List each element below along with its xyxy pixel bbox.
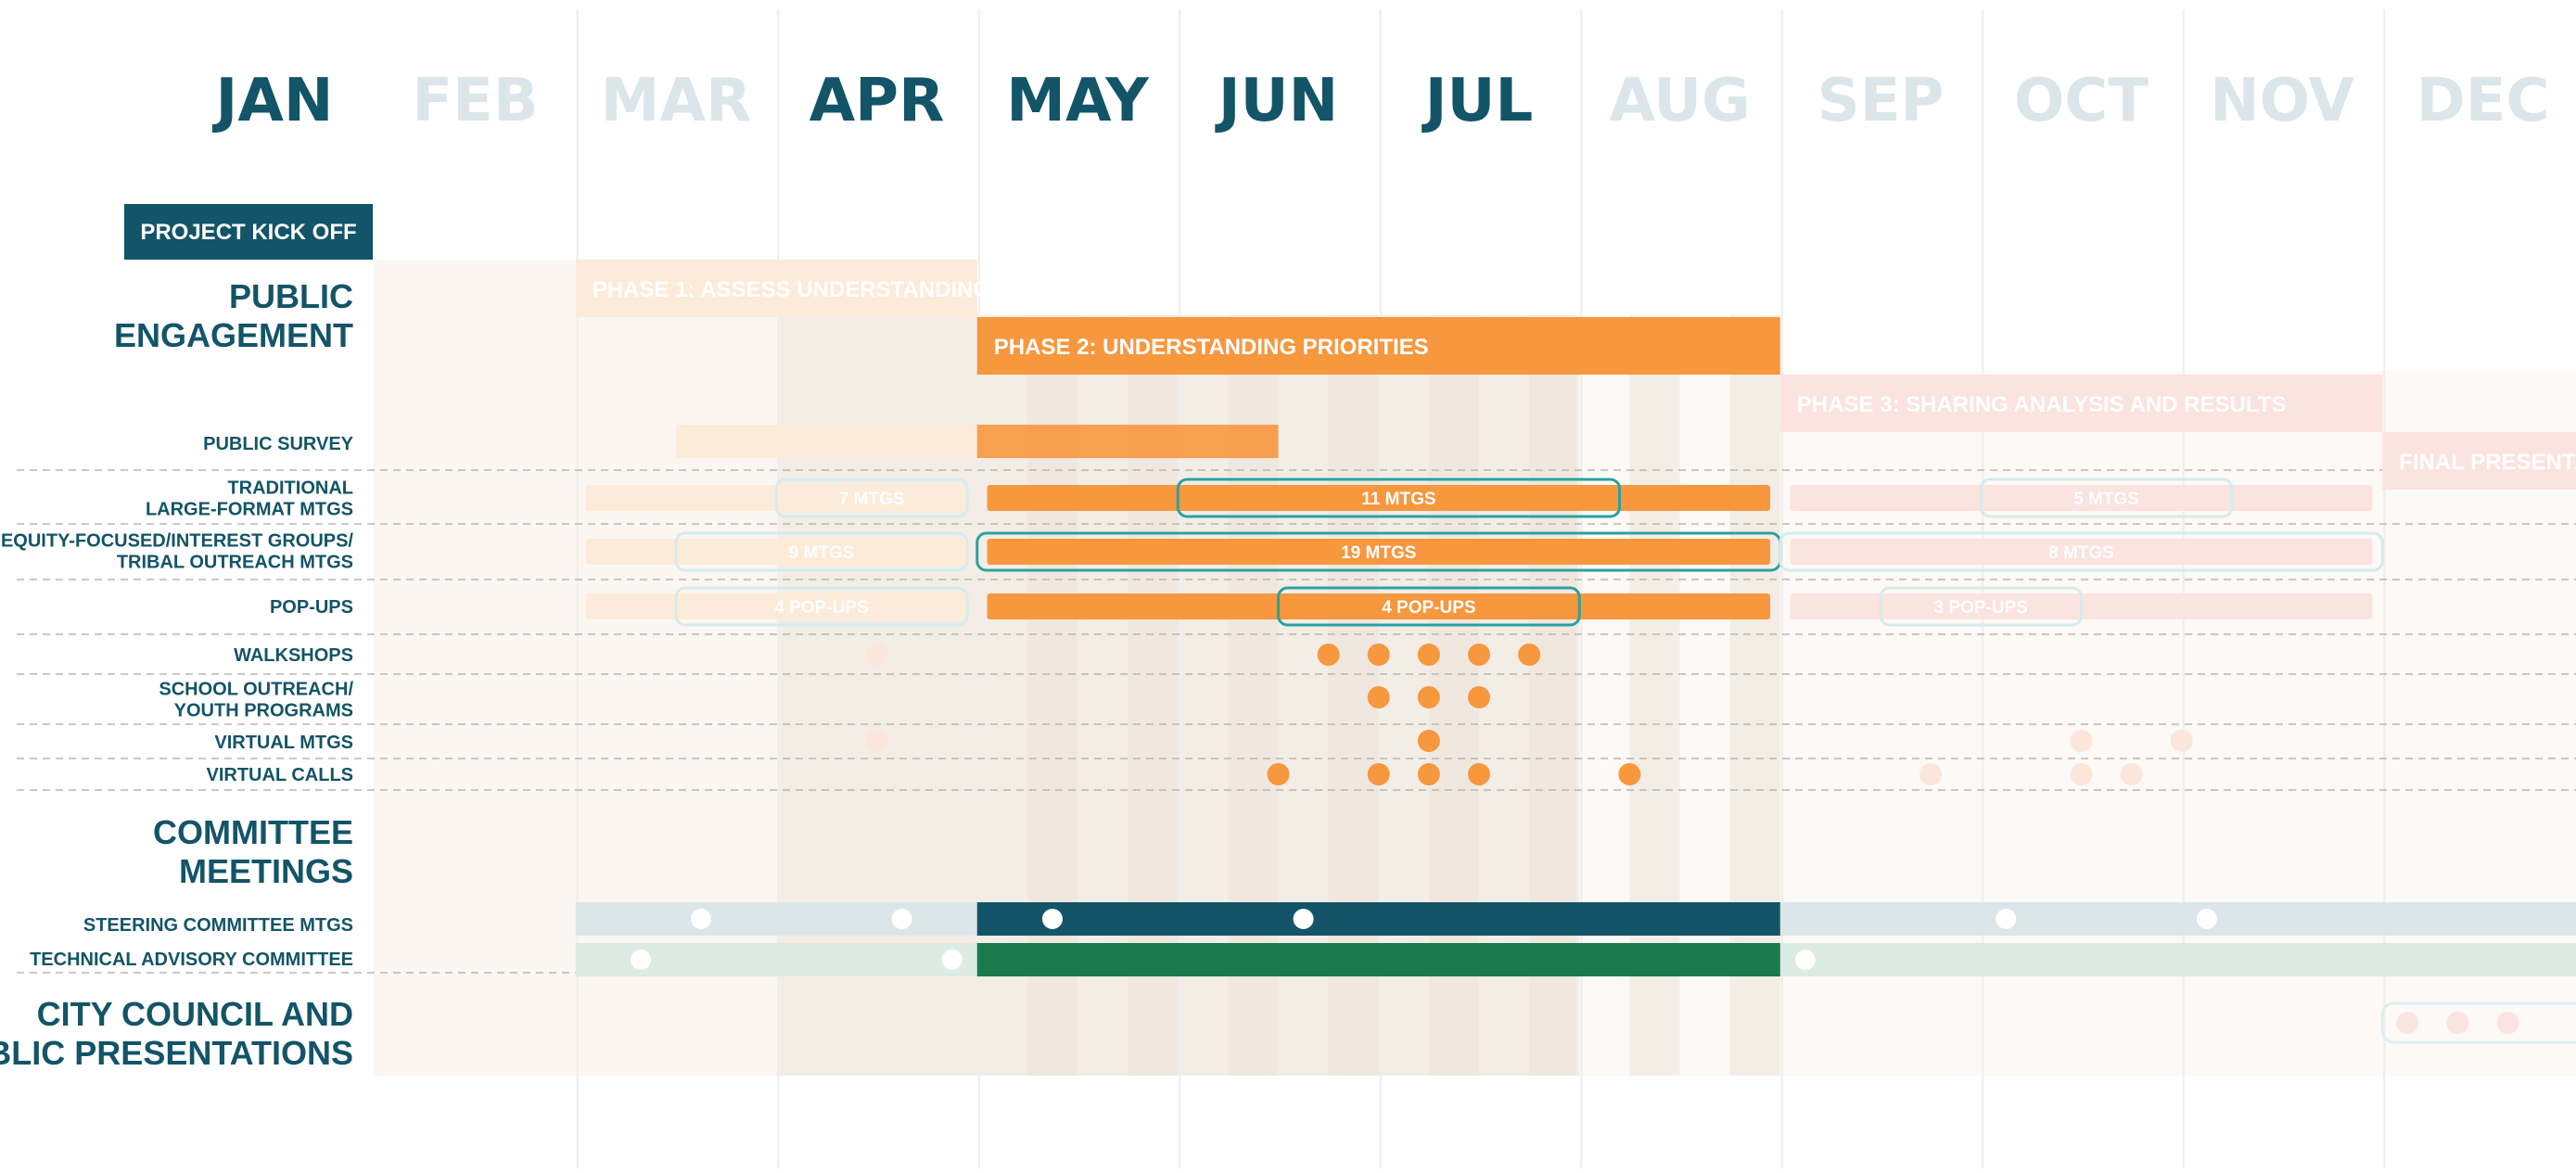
timeline-diagram: JAN FEB MAR APR MAY JUN JUL AUG SEP OCT NOV DEC PROJ… bbox=[0, 0, 2576, 1168]
section-public-engagement-line-1: PUBLIC bbox=[229, 277, 353, 315]
equity-count-label-1: 9 MTGS bbox=[789, 543, 855, 563]
virtual_calls-event-dot bbox=[1468, 763, 1490, 785]
walkshops-event-dot bbox=[1518, 644, 1541, 666]
row-label-popups-line-1: POP-UPS bbox=[270, 597, 353, 618]
row-label-traditional-line-2: LARGE-FORMAT MTGS bbox=[146, 500, 353, 520]
traditional-count-label-3: 5 MTGS bbox=[2073, 490, 2139, 509]
row-label-virtual-calls-line-1: VIRTUAL CALLS bbox=[206, 765, 353, 785]
tac-meeting-dot bbox=[941, 950, 963, 970]
council-presentation-dot bbox=[2396, 1012, 2419, 1034]
walkshops-event-dot bbox=[1417, 644, 1440, 666]
tac-bar-active bbox=[976, 943, 1780, 976]
popups-count-label-3: 3 POP-UPS bbox=[1934, 598, 2028, 618]
section-city-council-line-2: PUBLIC PRESENTATIONS bbox=[0, 1034, 353, 1072]
popups-count-label-2: 4 POP-UPS bbox=[1382, 598, 1475, 618]
row-label-equity-line-2: TRIBAL OUTREACH MTGS bbox=[117, 553, 353, 573]
row-label-tac-line-1: TECHNICAL ADVISORY COMMITTEE bbox=[30, 950, 353, 970]
row-label-walkshops-line-1: WALKSHOPS bbox=[234, 645, 353, 666]
steering-meeting-dot bbox=[1041, 909, 1063, 929]
virtual_calls-event-dot bbox=[1417, 763, 1440, 785]
section-public-engagement-line-2: ENGAGEMENT bbox=[114, 316, 353, 354]
row-label-virtual-mtgs-line-1: VIRTUAL MTGS bbox=[214, 733, 353, 753]
timeline-canvas: JAN FEB MAR APR MAY JUN JUL AUG SEP OCT NOV DEC PROJ… bbox=[0, 9, 2576, 1168]
phase-label-4: FINAL PRESENTATIONS bbox=[2399, 450, 2576, 475]
section-committee-meetings-line-2: MEETINGS bbox=[179, 852, 353, 890]
virtual_calls-event-dot bbox=[1367, 763, 1390, 785]
steering-meeting-dot bbox=[1293, 909, 1314, 929]
survey-bar-2 bbox=[976, 425, 1279, 458]
virtual_mtgs-event-dot bbox=[2170, 730, 2193, 752]
virtual_calls-event-dot bbox=[1618, 763, 1641, 785]
steering-bar-active bbox=[976, 902, 1780, 936]
traditional-count-label-2: 11 MTGS bbox=[1361, 490, 1435, 509]
phase-label-2: PHASE 2: UNDERSTANDING PRIORITIES bbox=[994, 335, 1429, 360]
walkshops-event-dot bbox=[1468, 644, 1490, 666]
month-header-jun: JUN bbox=[1215, 67, 1338, 135]
school-event-dot bbox=[1417, 686, 1440, 708]
phase-label-1: PHASE 1: ASSESS UNDERSTANDING bbox=[593, 277, 990, 302]
month-header-sep: SEP bbox=[1817, 67, 1945, 135]
row-label-school-line-2: YOUTH PROGRAMS bbox=[174, 701, 353, 721]
council-presentation-dot bbox=[2446, 1012, 2469, 1034]
month-header-mar: MAR bbox=[601, 67, 752, 135]
equity-bar-1 bbox=[585, 539, 967, 565]
council-presentation-dot bbox=[2496, 1012, 2519, 1034]
row-label-equity-line-1: EQUITY-FOCUSED/INTEREST GROUPS/ bbox=[1, 531, 353, 552]
virtual_calls-event-dot bbox=[1919, 763, 1943, 785]
month-header-may: MAY bbox=[1006, 67, 1149, 135]
steering-meeting-dot bbox=[1996, 909, 2017, 929]
month-header-nov: NOV bbox=[2210, 67, 2354, 135]
month-header-dec: DEC bbox=[2417, 67, 2550, 135]
virtual_mtgs-event-dot bbox=[865, 730, 888, 752]
virtual_mtgs-event-dot bbox=[1417, 730, 1440, 752]
equity-count-label-3: 8 MTGS bbox=[2048, 543, 2114, 563]
month-header-feb: FEB bbox=[412, 67, 538, 135]
section-city-council-line-1: CITY COUNCIL AND bbox=[37, 995, 353, 1033]
survey-bar-1 bbox=[676, 425, 977, 458]
steering-meeting-dot bbox=[691, 909, 712, 929]
month-header-oct: OCT bbox=[2014, 67, 2149, 135]
steering-meeting-dot bbox=[2196, 909, 2217, 929]
tac-meeting-dot bbox=[631, 950, 652, 970]
month-header-jul: JUL bbox=[1422, 67, 1534, 135]
popups-bar-2 bbox=[987, 593, 1770, 619]
row-label-steering-line-1: STEERING COMMITTEE MTGS bbox=[83, 915, 353, 936]
row-label-public-survey-line-1: PUBLIC SURVEY bbox=[203, 434, 354, 454]
virtual_calls-event-dot bbox=[1267, 763, 1290, 785]
school-event-dot bbox=[1367, 686, 1390, 708]
virtual_calls-event-dot bbox=[2120, 763, 2143, 785]
equity-count-label-2: 19 MTGS bbox=[1341, 543, 1416, 563]
phase-label-3: PHASE 3: SHARING ANALYSIS AND RESULTS bbox=[1797, 392, 2287, 417]
tac-meeting-dot bbox=[1794, 950, 1816, 970]
month-header-apr: APR bbox=[810, 67, 945, 135]
kickoff-label: PROJECT KICK OFF bbox=[140, 220, 356, 245]
virtual_calls-event-dot bbox=[2070, 763, 2093, 785]
school-event-dot bbox=[1468, 686, 1490, 708]
month-header-aug: AUG bbox=[1609, 67, 1750, 135]
walkshops-event-dot bbox=[1317, 644, 1340, 666]
walkshops-event-dot bbox=[1367, 644, 1390, 666]
row-label-school-line-1: SCHOOL OUTREACH/ bbox=[159, 680, 353, 700]
walkshops-event-dot bbox=[865, 644, 888, 666]
row-label-traditional-line-1: TRADITIONAL bbox=[227, 478, 353, 499]
steering-meeting-dot bbox=[891, 909, 912, 929]
section-committee-meetings-line-1: COMMITTEE bbox=[153, 813, 353, 851]
virtual_mtgs-event-dot bbox=[2070, 730, 2093, 752]
popups-count-label-1: 4 POP-UPS bbox=[774, 598, 868, 618]
traditional-count-label-1: 7 MTGS bbox=[839, 490, 905, 509]
month-header-jan: JAN bbox=[212, 67, 334, 135]
